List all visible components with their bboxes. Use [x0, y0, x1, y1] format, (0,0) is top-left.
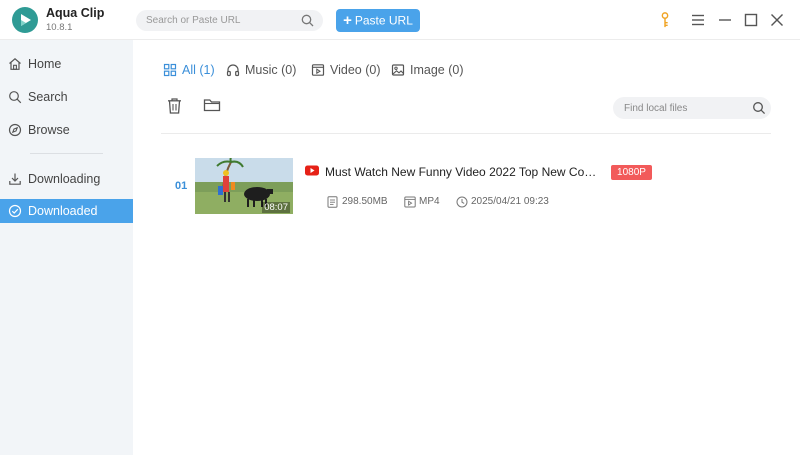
sidebar-item-label: Home [28, 57, 62, 71]
file-size-value: 298.50MB [342, 196, 388, 207]
tab-label: Video (0) [330, 63, 381, 77]
check-circle-icon [8, 204, 22, 218]
folder-icon[interactable] [203, 97, 221, 113]
table-row[interactable]: 01 08:07 Must Watch New Funny Video 2022… [161, 155, 771, 221]
youtube-icon [305, 165, 319, 176]
home-icon [9, 58, 21, 70]
sidebar-item-browse[interactable]: Browse [0, 118, 133, 142]
sidebar-item-label: Browse [28, 123, 70, 137]
url-search-input[interactable] [146, 12, 296, 29]
maximize-icon[interactable] [743, 12, 759, 28]
download-icon [9, 173, 21, 185]
sidebar-divider [30, 153, 103, 154]
file-format-value: MP4 [419, 196, 440, 207]
image-icon [391, 64, 405, 76]
paste-url-button[interactable]: + Paste URL [336, 9, 420, 32]
sidebar-item-label: Downloaded [28, 204, 98, 218]
tab-label: All (1) [182, 63, 215, 77]
video-file-icon [404, 196, 416, 208]
grid-icon [163, 63, 177, 77]
trash-icon[interactable] [166, 97, 183, 115]
sidebar-item-search[interactable]: Search [0, 85, 133, 109]
menu-icon[interactable] [690, 12, 706, 28]
minimize-icon[interactable] [717, 12, 733, 28]
video-duration: 08:07 [262, 202, 290, 213]
tab-label: Music (0) [245, 63, 297, 77]
sidebar-item-downloading[interactable]: Downloading [0, 167, 133, 191]
file-icon [327, 196, 338, 208]
search-icon[interactable] [301, 14, 314, 27]
main-panel: All (1) Music (0) Video (0) Image (0) Fi… [133, 40, 800, 455]
sidebar-item-downloaded[interactable]: Downloaded [0, 199, 133, 223]
search-icon[interactable] [752, 101, 766, 115]
headphones-icon [226, 64, 240, 77]
content-divider [161, 133, 771, 134]
plus-icon: + [343, 12, 352, 29]
sidebar-item-home[interactable]: Home [0, 52, 133, 76]
local-search-input[interactable] [624, 100, 744, 116]
tab-label: Image (0) [410, 63, 464, 77]
download-date-value: 2025/04/21 09:23 [471, 196, 549, 207]
quality-badge: 1080P [611, 165, 652, 180]
sidebar-item-label: Downloading [28, 172, 101, 186]
sidebar-item-label: Search [28, 90, 68, 104]
app-version: 10.8.1 [46, 22, 73, 33]
clock-icon [456, 196, 468, 208]
video-icon [311, 64, 325, 76]
video-thumbnail[interactable]: 08:07 [195, 158, 293, 214]
compass-icon [8, 123, 22, 137]
app-logo-icon [12, 7, 38, 33]
sidebar: Home Search Browse Downloading Downloade… [0, 40, 133, 455]
title-bar: Aqua Clip 10.8.1 +Paste URL [0, 0, 800, 40]
local-search-box [613, 97, 771, 119]
close-icon[interactable] [769, 12, 785, 28]
row-index: 01 [175, 180, 188, 192]
app-name: Aqua Clip [46, 6, 105, 20]
search-icon [9, 91, 22, 104]
key-icon[interactable] [657, 12, 673, 28]
video-title[interactable]: Must Watch New Funny Video 2022 Top New … [325, 165, 601, 179]
paste-url-label: Paste URL [354, 13, 413, 28]
url-search-box [136, 10, 323, 31]
